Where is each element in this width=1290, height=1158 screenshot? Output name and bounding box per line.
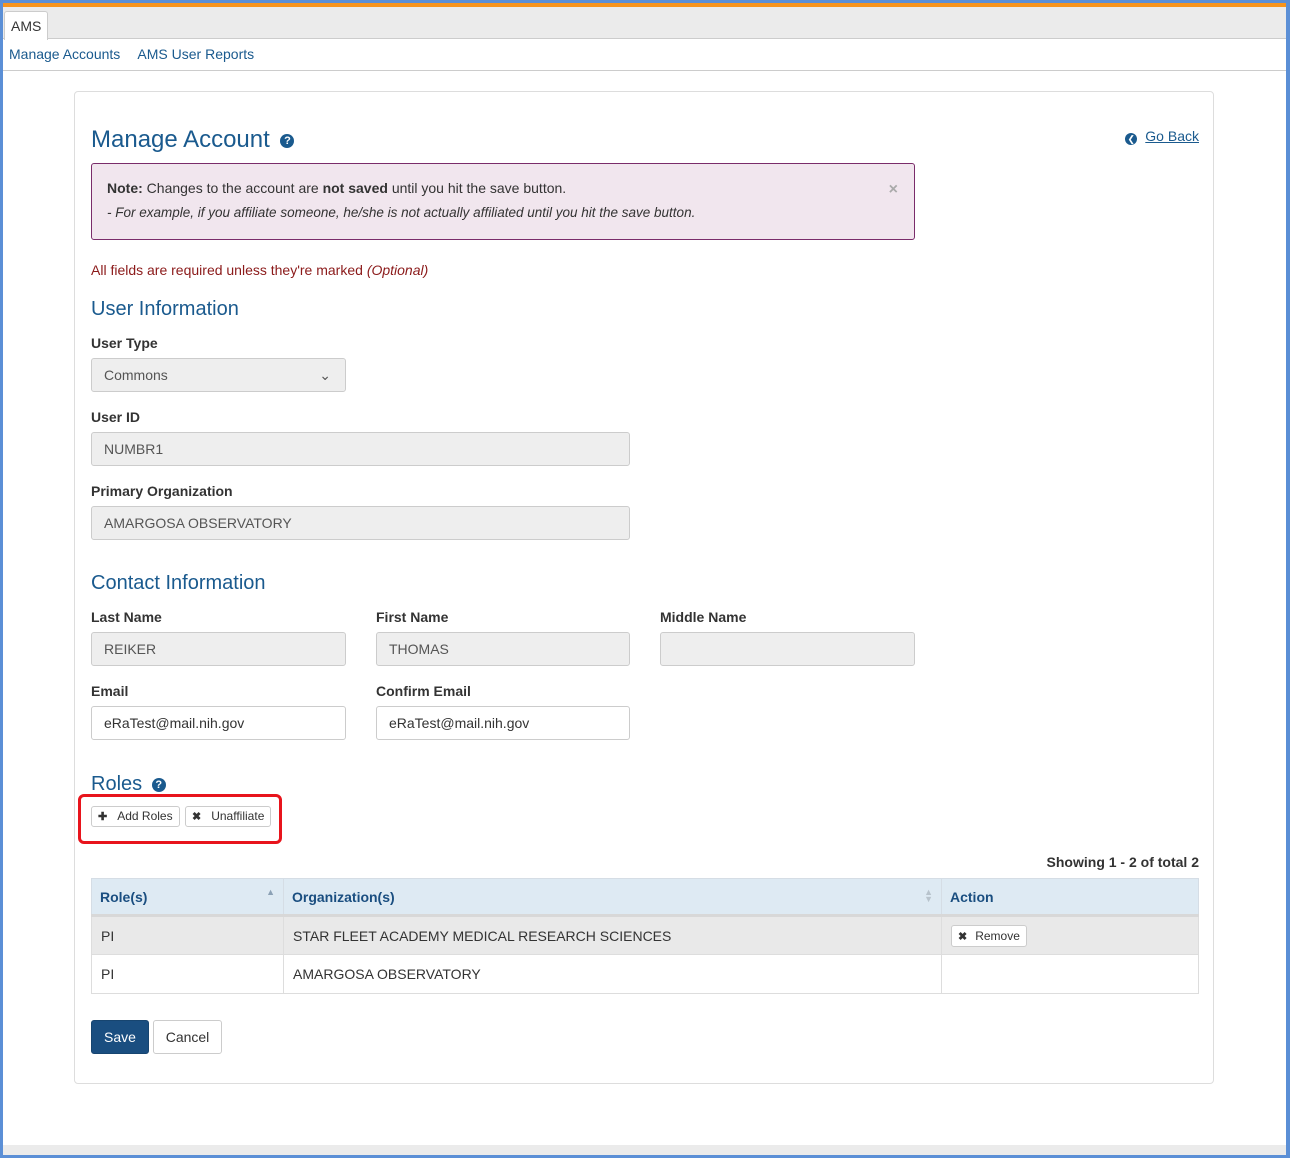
confirm-email-label: Confirm Email (376, 683, 471, 699)
times-icon: ✖ (958, 930, 968, 943)
user-id-label: User ID (91, 409, 141, 425)
close-icon[interactable]: × (889, 181, 898, 199)
sort-both-icon: ▲ ▼ (924, 887, 933, 904)
column-label: Role(s) (100, 888, 148, 905)
organization-cell: AMARGOSA OBSERVATORY (283, 954, 942, 994)
unaffiliate-button[interactable]: ✖ Unaffiliate (185, 806, 272, 827)
footer-bar (3, 1145, 1286, 1155)
email-label: Email (91, 683, 129, 699)
save-button[interactable]: Save (91, 1020, 149, 1054)
app-tab-bar: AMS (3, 7, 1286, 40)
go-back-label[interactable]: Go Back (1145, 128, 1199, 144)
user-information-heading: User Information (91, 298, 239, 320)
add-roles-button[interactable]: ✚ Add Roles (91, 806, 180, 827)
first-name-field[interactable]: THOMAS (376, 632, 630, 666)
roles-heading: Roles ? (91, 773, 166, 796)
app-tab-ams[interactable]: AMS (4, 11, 49, 40)
user-type-label: User Type (91, 335, 158, 351)
last-name-label: Last Name (91, 609, 162, 625)
action-cell: ✖ Remove (941, 915, 1199, 955)
alert-line-1: Note: Changes to the account are not sav… (107, 180, 899, 196)
browser-frame: AMS Manage Accounts AMS User Reports Man… (3, 3, 1286, 1155)
remove-label: Remove (975, 928, 1020, 943)
unaffiliate-label: Unaffiliate (211, 809, 265, 823)
user-type-select[interactable]: Commons ⌄ (91, 358, 346, 392)
table-header-row: Role(s) ▲ Organization(s) ▲ ▼ Action (91, 878, 1199, 917)
add-roles-label: Add Roles (117, 809, 173, 823)
chevron-down-icon: ⌄ (319, 367, 331, 383)
roles-table: Role(s) ▲ Organization(s) ▲ ▼ Action PI … (91, 878, 1199, 994)
primary-organization-label: Primary Organization (91, 483, 233, 499)
manage-account-panel: Manage Account ? ❮ Go Back Note: Changes … (74, 91, 1214, 1084)
nav-manage-accounts[interactable]: Manage Accounts (9, 46, 120, 62)
last-name-field[interactable]: REIKER (91, 632, 346, 666)
question-circle-icon[interactable]: ? (280, 133, 295, 148)
action-cell (941, 954, 1199, 994)
contact-information-heading: Contact Information (91, 572, 266, 594)
user-id-field[interactable]: NUMBR1 (91, 432, 630, 466)
primary-organization-field[interactable]: AMARGOSA OBSERVATORY (91, 506, 630, 540)
column-label: Action (950, 888, 994, 905)
alert-note-label: Note: (107, 180, 143, 196)
unsaved-changes-alert: Note: Changes to the account are not sav… (91, 163, 915, 240)
user-type-value: Commons (104, 367, 168, 383)
sort-ascending-icon: ▲ (266, 887, 275, 897)
required-notice-text: All fields are required unless they're m… (91, 262, 367, 278)
middle-name-field[interactable] (660, 632, 915, 666)
role-cell: PI (91, 915, 284, 955)
times-icon: ✖ (192, 811, 202, 823)
table-row: PI AMARGOSA OBSERVATORY (91, 954, 1199, 994)
column-header-action: Action (941, 878, 1199, 917)
first-name-label: First Name (376, 609, 449, 625)
alert-text-after: until you hit the save button. (387, 180, 567, 196)
pagination-summary: Showing 1 - 2 of total 2 (1046, 854, 1199, 870)
page-title: Manage Account ? (91, 126, 295, 154)
remove-button[interactable]: ✖ Remove (951, 924, 1027, 947)
sub-navigation: Manage Accounts AMS User Reports (3, 39, 1286, 71)
arrow-circle-left-icon: ❮ (1125, 133, 1138, 145)
role-cell: PI (91, 954, 284, 994)
question-circle-icon[interactable]: ? (151, 777, 166, 792)
alert-text-before: Changes to the account are (142, 180, 323, 196)
column-header-roles[interactable]: Role(s) ▲ (91, 878, 284, 917)
nav-ams-user-reports[interactable]: AMS User Reports (137, 46, 254, 62)
column-label: Organization(s) (292, 888, 395, 905)
optional-marker: (Optional) (366, 262, 429, 278)
alert-bold-text: not saved (322, 180, 388, 196)
middle-name-label: Middle Name (660, 609, 747, 625)
page-title-text: Manage Account (91, 126, 270, 153)
plus-icon: ✚ (98, 811, 108, 823)
cancel-button[interactable]: Cancel (153, 1020, 222, 1054)
alert-example: - For example, if you affiliate someone,… (107, 205, 696, 220)
organization-cell: STAR FLEET ACADEMY MEDICAL RESEARCH SCIE… (283, 915, 942, 955)
confirm-email-field[interactable]: eRaTest@mail.nih.gov (376, 706, 630, 740)
column-header-organizations[interactable]: Organization(s) ▲ ▼ (283, 878, 942, 917)
go-back-link[interactable]: ❮ Go Back (1125, 128, 1199, 145)
email-field[interactable]: eRaTest@mail.nih.gov (91, 706, 346, 740)
roles-heading-text: Roles (91, 773, 143, 795)
table-row: PI STAR FLEET ACADEMY MEDICAL RESEARCH S… (91, 915, 1199, 955)
required-notice: All fields are required unless they're m… (91, 262, 428, 278)
